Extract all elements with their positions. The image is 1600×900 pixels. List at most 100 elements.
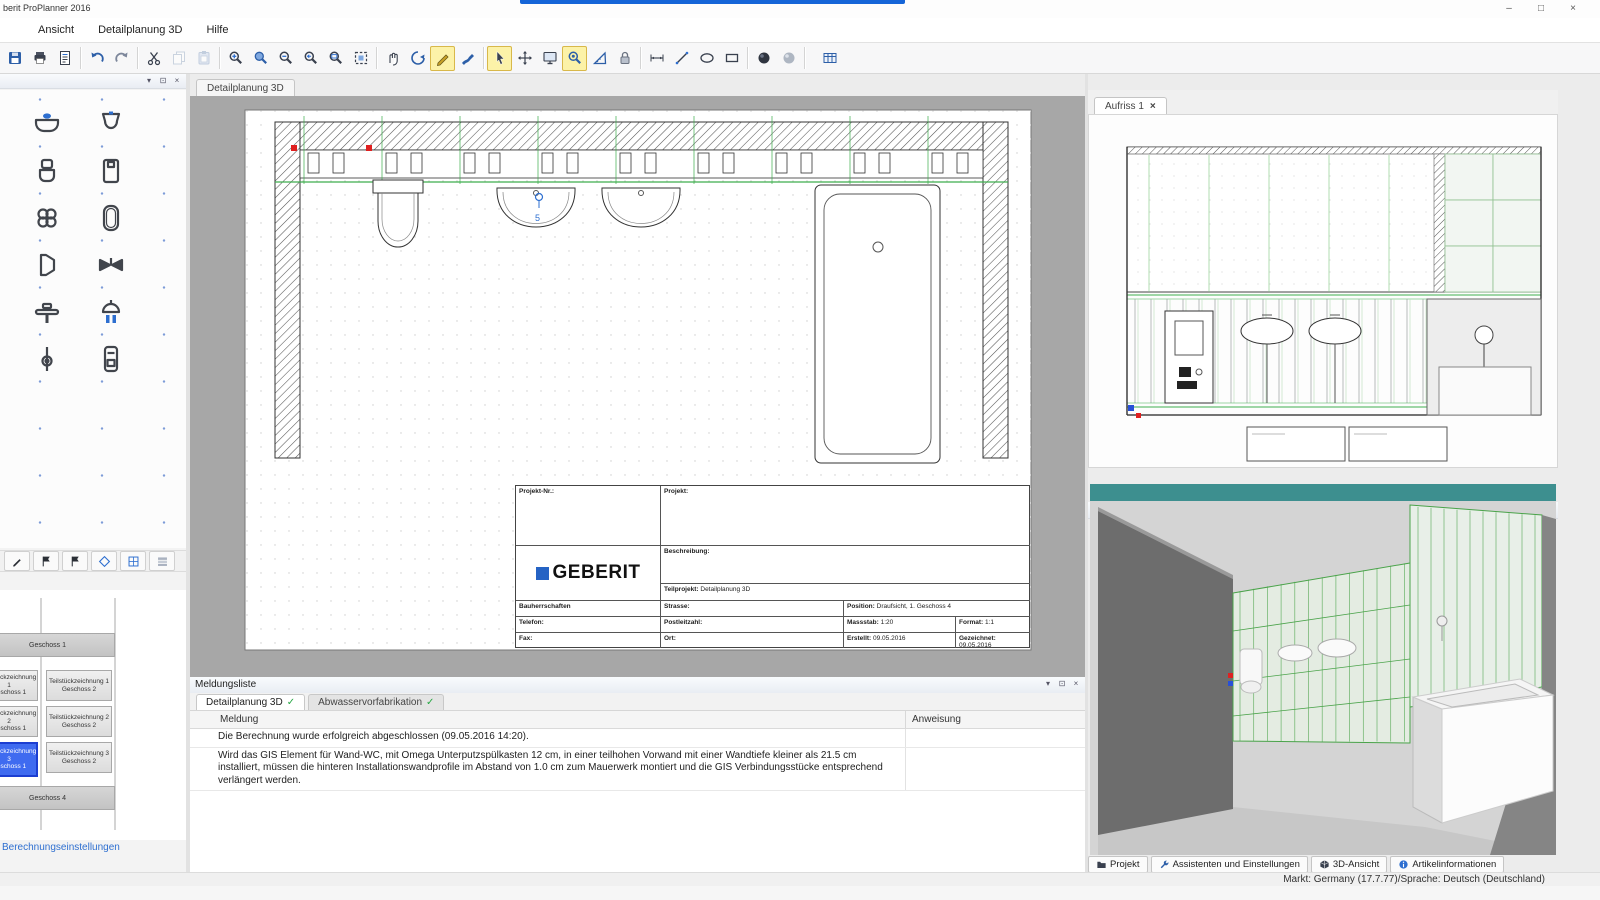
view3d-toolbar[interactable] (1090, 484, 1556, 501)
floor-bar[interactable]: Geschoss 1 (0, 633, 115, 657)
palette-item-shower[interactable] (80, 288, 142, 335)
aufriss-tabbar: Aufriss 1× (1088, 90, 1558, 115)
maximize-icon[interactable]: □ (1528, 2, 1554, 16)
draw-line-button[interactable] (669, 46, 694, 71)
drawing-section-box[interactable]: Teilstückzeichnung 1Geschoss 2 (46, 670, 112, 701)
drawing-section-box[interactable]: Teilstückzeichnung 3Geschoss 1 (0, 742, 38, 777)
tab-detailplanung-3d[interactable]: Detailplanung 3D (196, 79, 295, 96)
screen-view-button[interactable] (537, 46, 562, 71)
chevron-down-icon[interactable]: ▾ (1042, 678, 1054, 689)
chevron-down-icon[interactable]: ▾ (143, 75, 155, 86)
dimension-button[interactable] (644, 46, 669, 71)
palette-item-cistern[interactable] (80, 147, 142, 194)
parts-list-button[interactable] (817, 46, 842, 71)
orbit-icon (410, 50, 426, 66)
drawing-section-box[interactable]: Teilstückzeichnung 2Geschoss 2 (46, 706, 112, 737)
redo-button[interactable] (109, 46, 134, 71)
window-float-icon[interactable]: ⊡ (157, 75, 169, 86)
palette-item-bidet[interactable] (16, 147, 78, 194)
wrench-icon (1159, 859, 1170, 870)
measure-button[interactable] (587, 46, 612, 71)
floorplan-canvas[interactable]: 5 Projekt-Nr.: Projekt: GEBERIT Beschrei… (190, 96, 1085, 677)
bottom-tab-3d-ansicht[interactable]: 3D-Ansicht (1311, 856, 1387, 873)
bottom-tab-projekt[interactable]: Projekt (1088, 856, 1148, 873)
menu-hilfe[interactable]: Hilfe (194, 21, 240, 39)
message-row[interactable]: Wird das GIS Element für Wand-WC, mit Om… (190, 748, 1085, 792)
drawing-section-box[interactable]: Teilstückzeichnung 1Geschoss 1 (0, 670, 38, 701)
print-button[interactable] (27, 46, 52, 71)
palette-item-bathtub[interactable] (80, 194, 142, 241)
move-button[interactable] (512, 46, 537, 71)
flag-black-button[interactable] (33, 551, 59, 571)
minimize-icon[interactable]: – (1496, 2, 1522, 16)
instruction-text (905, 748, 1085, 791)
palette-item-sink-side[interactable] (16, 241, 78, 288)
drawing-section-box[interactable]: Teilstückzeichnung 3Geschoss 2 (46, 742, 112, 773)
flag-black2-button[interactable] (62, 551, 88, 571)
close-icon[interactable]: × (171, 75, 183, 86)
redline-button[interactable] (430, 46, 455, 71)
move-icon (517, 50, 533, 66)
select-button[interactable] (487, 46, 512, 71)
palette-item-faucet[interactable] (16, 288, 78, 335)
cut-button[interactable] (141, 46, 166, 71)
palette-item-washbasin[interactable] (16, 100, 78, 147)
calculation-settings-link[interactable]: Berechnungseinstellungen (2, 842, 120, 853)
zoom-window-button[interactable] (323, 46, 348, 71)
rows-gray-button[interactable] (149, 551, 175, 571)
palette-item-drain[interactable] (16, 194, 78, 241)
copy-button[interactable] (166, 46, 191, 71)
valve-icon (96, 250, 126, 280)
undo-button[interactable] (84, 46, 109, 71)
messages-table[interactable]: Meldung Anweisung Die Berechnung wurde e… (190, 711, 1085, 872)
bottom-tab-artikelinformationen[interactable]: Artikelinformationen (1390, 856, 1504, 873)
zoom-in-button[interactable] (223, 46, 248, 71)
lock-button[interactable] (612, 46, 637, 71)
floor-bar[interactable]: Geschoss 4 (0, 786, 115, 810)
zoom-out-button[interactable] (273, 46, 298, 71)
fixture-palette[interactable] (0, 90, 186, 548)
aufriss-canvas[interactable] (1088, 114, 1558, 468)
close-icon[interactable]: × (1070, 678, 1082, 689)
pen-black-button[interactable] (4, 551, 30, 571)
close-icon[interactable]: × (1560, 2, 1586, 16)
menu-detailplanung-3d[interactable]: Detailplanung 3D (86, 21, 194, 39)
bottom-tab-assistenten-und-einstellungen[interactable]: Assistenten und Einstellungen (1151, 856, 1308, 873)
drawing-section-box[interactable]: Teilstückzeichnung 2Geschoss 1 (0, 706, 38, 737)
tab-aufriss-1[interactable]: Aufriss 1× (1094, 97, 1167, 114)
toolbar-separator (747, 47, 748, 69)
view3d-canvas[interactable] (1090, 501, 1556, 855)
orbit-button[interactable] (405, 46, 430, 71)
pan-button[interactable] (380, 46, 405, 71)
window-float-icon[interactable]: ⊡ (1056, 678, 1068, 689)
bidet-icon (32, 156, 62, 186)
palette-item-valve[interactable] (80, 241, 142, 288)
grid-blue-button[interactable] (120, 551, 146, 571)
save-button[interactable] (2, 46, 27, 71)
zoom-out-icon (278, 50, 294, 66)
toolbar-separator (80, 47, 81, 69)
search-article-button[interactable] (562, 46, 587, 71)
zoom-extents-button[interactable] (348, 46, 373, 71)
palette-item-boiler[interactable] (80, 335, 142, 382)
paste-button[interactable] (191, 46, 216, 71)
palette-item-urinal[interactable] (80, 100, 142, 147)
draw-ellipse-button[interactable] (694, 46, 719, 71)
sphere-light-button[interactable] (776, 46, 801, 71)
zoom-dynamic-button[interactable] (248, 46, 273, 71)
paint-button[interactable] (455, 46, 480, 71)
zoom-previous-button[interactable] (298, 46, 323, 71)
message-row[interactable]: Die Berechnung wurde erfolgreich abgesch… (190, 729, 1085, 748)
report-button[interactable] (52, 46, 77, 71)
table-icon (822, 50, 838, 66)
messages-tab-abwasser[interactable]: Abwasservorfabrikation✓ (308, 694, 444, 710)
floors-diagram[interactable]: Geschoss 1 Teilstückzeichnung 1Geschoss 1… (0, 590, 186, 840)
zoom-in-icon (228, 50, 244, 66)
close-icon[interactable]: × (1150, 101, 1156, 112)
menu-ansicht[interactable]: Ansicht (26, 21, 86, 39)
messages-tab-detailplanung[interactable]: Detailplanung 3D✓ (196, 694, 305, 710)
sphere-dark-button[interactable] (751, 46, 776, 71)
palette-item-stop-valve[interactable] (16, 335, 78, 382)
diamond-blue-button[interactable] (91, 551, 117, 571)
draw-rect-button[interactable] (719, 46, 744, 71)
